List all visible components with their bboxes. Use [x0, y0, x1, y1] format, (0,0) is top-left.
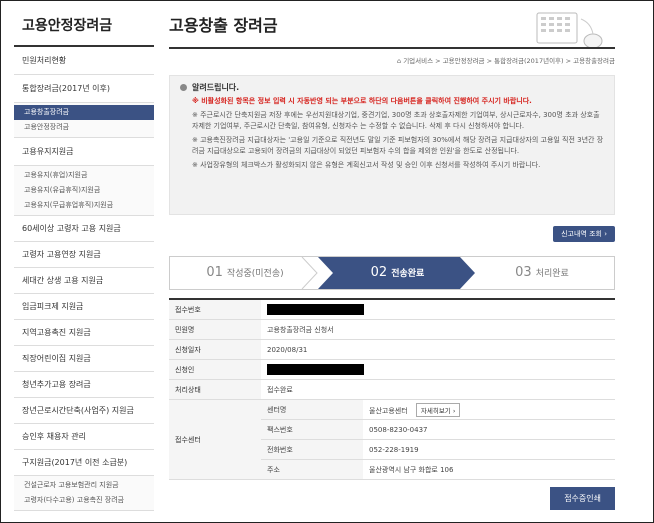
status-label: 처리상태 — [169, 379, 261, 400]
home-icon[interactable]: ⌂ — [397, 57, 401, 65]
sidebar-subitem-retention-unpaid[interactable]: 고용유지(무급휴업휴직)지원금 — [14, 198, 154, 213]
address-value: 울산광역시 남구 화합로 106 — [363, 459, 615, 480]
table-row: 접수번호 — [169, 299, 615, 320]
center-name-value: 울산고용센터 — [369, 406, 408, 415]
sidebar-item-regional[interactable]: 지역고용촉진 지원금 — [14, 320, 154, 346]
notice-line-3: ※ 고용촉진장려금 지급대상자는 '고용일 기준으로 직전년도 말일 기준 피보… — [192, 136, 604, 155]
title-divider — [169, 47, 615, 49]
date-label: 신청일자 — [169, 339, 261, 360]
sidebar: 고용안정장려금 민원처리현황 통합장려금(2017년 이후) 고용창출장려금 고… — [14, 11, 154, 511]
notice-line-4: ※ 사업장유형의 체크박스가 활성화되지 않은 유형은 계획신고서 작성 및 승… — [192, 161, 541, 169]
date-value: 2020/08/31 — [261, 339, 615, 360]
complaint-label: 민원명 — [169, 319, 261, 340]
sidebar-item-youth[interactable]: 청년추가고용 장려금 — [14, 372, 154, 398]
notice-red-line: ※ 비활성화된 항목은 정보 입력 시 자동반영 되는 부분으로 하단의 다음버… — [192, 97, 532, 105]
sidebar-item-retention[interactable]: 고용유지지원금 — [14, 138, 154, 166]
phone-value: 052-228-1919 — [363, 439, 615, 460]
sidebar-item-hours-reduction[interactable]: 장년근로시간단축(사업주) 지원금 — [14, 398, 154, 424]
sidebar-subitem-job-creation[interactable]: 고용창출장려금 — [14, 105, 154, 120]
sidebar-subitem-retention-closure[interactable]: 고용유지(휴업)지원금 — [14, 168, 154, 183]
history-inquiry-button[interactable]: 신고내역 조회 › — [553, 226, 615, 242]
table-row: 신청인 — [169, 359, 615, 380]
notice-heading: 알려드립니다. — [180, 82, 604, 93]
sidebar-subitem-employment-stability[interactable]: 고용안정장려금 — [14, 120, 154, 135]
fax-value: 0508-8230-0437 — [363, 419, 615, 440]
progress-steps: 01 작성중(미전송) 02 전송완료 03 처리완료 — [169, 256, 615, 290]
breadcrumb-text: 기업서비스 > 고용안정장려금 > 통합장려금(2017년이후) > 고용창출장… — [403, 57, 615, 65]
fax-label: 팩스번호 — [261, 419, 363, 440]
sidebar-item-wage-peak[interactable]: 임금피크제 지원금 — [14, 294, 154, 320]
sidebar-subitem-retention-paid-leave[interactable]: 고용유지(유급휴직)지원금 — [14, 183, 154, 198]
application-info-table: 접수번호 민원명 고용창출장려금 신청서 신청일자 2020/08/31 신청인… — [169, 298, 615, 480]
sidebar-sub-retention: 고용유지(휴업)지원금 고용유지(유급휴직)지원금 고용유지(무급휴업휴직)지원… — [14, 166, 154, 216]
sidebar-item-integrated[interactable]: 통합장려금(2017년 이후) — [14, 75, 154, 103]
sidebar-item-daycare[interactable]: 직장어린이집 지원금 — [14, 346, 154, 372]
print-row: 접수증인쇄 — [169, 486, 615, 510]
page-frame: 고용안정장려금 민원처리현황 통합장려금(2017년 이후) 고용창출장려금 고… — [0, 0, 654, 523]
sidebar-item-extension[interactable]: 고령자 고용연장 지원금 — [14, 242, 154, 268]
step-3: 03 처리완료 — [515, 265, 569, 280]
receipt-no-label: 접수번호 — [169, 299, 261, 320]
receipt-no-value — [261, 299, 615, 320]
table-row: 신청일자 2020/08/31 — [169, 339, 615, 360]
applicant-value — [261, 359, 615, 380]
sidebar-item-old-subsidies[interactable]: 구지원금(2017년 이전 소급분) — [14, 450, 154, 476]
page-title: 고용창출 장려금 — [169, 16, 278, 35]
sidebar-subitem-construction[interactable]: 건설근로자 고용보험관리 지원금 — [14, 478, 154, 493]
table-row: 접수센터 센터명 울산고용센터 자세히보기 › — [169, 399, 615, 480]
info-bullet-icon — [180, 84, 187, 91]
sidebar-item-post-approval[interactable]: 승인후 채용자 관리 — [14, 424, 154, 450]
phone-label: 전화번호 — [261, 439, 363, 460]
center-label: 접수센터 — [169, 399, 261, 480]
applicant-label: 신청인 — [169, 359, 261, 380]
detail-view-button[interactable]: 자세히보기 › — [415, 402, 461, 417]
notice-heading-text: 알려드립니다. — [192, 83, 240, 92]
sidebar-title: 고용안정장려금 — [14, 11, 154, 47]
breadcrumb: ⌂ 기업서비스 > 고용안정장려금 > 통합장려금(2017년이후) > 고용창… — [169, 55, 615, 67]
table-row: 처리상태 접수완료 — [169, 379, 615, 400]
notice-line-2: ※ 주근로시간 단축지원금 저장 후에는 우선지원대상기업, 중견기업, 300… — [192, 111, 600, 130]
sidebar-sub-integrated: 고용창출장려금 고용안정장려금 — [14, 103, 154, 138]
status-value: 접수완료 — [261, 379, 615, 400]
redacted-receipt-no — [267, 304, 364, 315]
sidebar-item-complaint-status[interactable]: 민원처리현황 — [14, 47, 154, 75]
sidebar-sub-old: 건설근로자 고용보험관리 지원금 고령자(다수고용) 고용촉진 장려금 — [14, 476, 154, 511]
main-content: 고용창출 장려금 ⌂ 기업서비스 > 고용안정장려금 > 통합장려금(2017년… — [169, 11, 615, 510]
complaint-value: 고용창출장려금 신청서 — [261, 319, 615, 340]
table-row: 민원명 고용창출장려금 신청서 — [169, 319, 615, 340]
redacted-applicant — [267, 364, 364, 375]
center-name-label: 센터명 — [261, 399, 363, 420]
sidebar-item-over-60[interactable]: 60세이상 고령자 고용 지원금 — [14, 216, 154, 242]
notice-box: 알려드립니다. ※ 비활성화된 항목은 정보 입력 시 자동반영 되는 부분으로… — [169, 75, 615, 215]
address-label: 주소 — [261, 459, 363, 480]
center-name-cell: 울산고용센터 자세히보기 › — [363, 399, 615, 420]
step-1: 01 작성중(미전송) — [206, 265, 284, 280]
print-receipt-button[interactable]: 접수증인쇄 — [550, 487, 615, 510]
history-row: 신고내역 조회 › — [169, 221, 615, 242]
step-2-active: 02 전송완료 — [370, 265, 425, 280]
sidebar-subitem-elderly-multi[interactable]: 고령자(다수고용) 고용촉진 장려금 — [14, 493, 154, 508]
sidebar-item-intergenerational[interactable]: 세대간 상생 고용 지원금 — [14, 268, 154, 294]
